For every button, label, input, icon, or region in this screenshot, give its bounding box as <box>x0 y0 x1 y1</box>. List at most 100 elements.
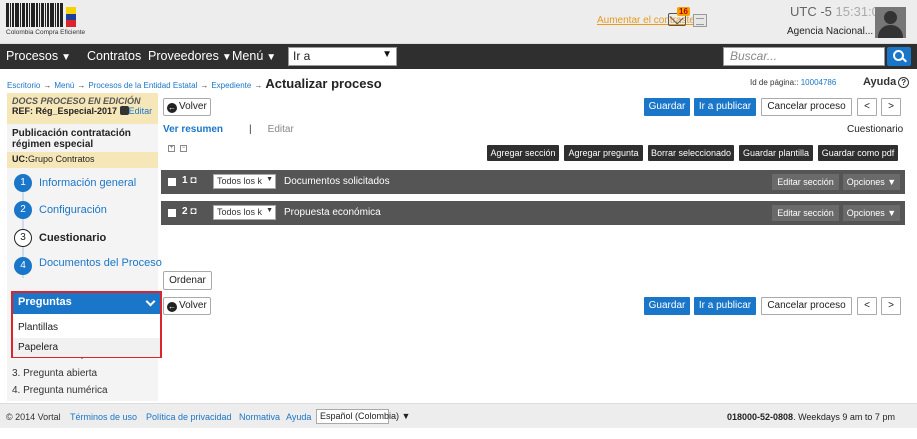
collapse-all-icon[interactable]: − <box>180 145 187 152</box>
back-button[interactable]: ← Volver <box>163 297 211 315</box>
goto-value: Ir a <box>293 49 311 63</box>
privacy-link[interactable]: Política de privacidad <box>146 412 232 422</box>
copyright: © 2014 Vortal <box>6 412 61 422</box>
agency-name: Agencia Nacional... <box>787 26 874 37</box>
search-icon[interactable] <box>887 47 911 66</box>
uc-label: UC: <box>12 154 28 164</box>
document-icon[interactable] <box>693 14 707 27</box>
questionnaire-label: Cuestionario <box>847 124 904 135</box>
timezone: UTC -5 <box>790 4 832 19</box>
language-select[interactable]: Español (Colombia) ▼ <box>316 409 410 424</box>
question-type-numerica[interactable]: 4. Pregunta numérica <box>12 385 108 396</box>
breadcrumb: Escritorio → Menú → Procesos de la Entidad E… <box>7 76 382 91</box>
step-label: Cuestionario <box>39 232 107 244</box>
prev-button[interactable]: < <box>857 98 877 116</box>
section-options-button[interactable]: Opciones ▼ <box>843 205 900 221</box>
question-type-abierta[interactable]: 3. Pregunta abierta <box>12 368 97 379</box>
header: Colombia Compra Eficiente Aumentar el co… <box>0 0 917 44</box>
step-label: Configuración <box>39 204 107 216</box>
section-checkbox[interactable] <box>168 178 176 186</box>
save-button[interactable]: Guardar <box>644 297 690 315</box>
section-row: 2 ◘ Todos los k ▼ Propuesta económica Edi… <box>161 201 905 225</box>
section-title: Propuesta económica <box>284 207 381 218</box>
option-plantillas[interactable]: Plantillas <box>13 318 160 337</box>
page-id-value: 10004786 <box>800 78 837 87</box>
tab-ver-resumen[interactable]: Ver resumen <box>163 124 223 135</box>
next-button[interactable]: > <box>881 297 901 315</box>
breadcrumb-escritorio[interactable]: Escritorio <box>7 81 40 90</box>
preguntas-dropdown: Preguntas Plantillas Papelera <box>11 291 162 358</box>
section-options-button[interactable]: Opciones ▼ <box>843 174 900 190</box>
nav-procesos-label: Procesos <box>6 49 59 63</box>
terms-link[interactable]: Términos de uso <box>70 412 137 422</box>
step-number: 3 <box>14 229 32 247</box>
sort-button[interactable]: Ordenar <box>163 271 212 290</box>
section-number: 2 ◘ <box>182 206 197 217</box>
save-button[interactable]: Guardar <box>644 98 690 116</box>
clock: UTC -5 15:31:07 <box>790 4 886 19</box>
nav-menu[interactable]: Menú ▼ <box>232 49 276 63</box>
prev-button[interactable]: < <box>857 297 877 315</box>
edit-link[interactable]: Editar <box>129 106 153 116</box>
reference-text: REF: Rég_Especial-2017 <box>12 106 118 116</box>
nav-contratos[interactable]: Contratos <box>87 49 141 63</box>
save-template-button[interactable]: Guardar plantilla <box>739 145 813 161</box>
nav-procesos[interactable]: Procesos ▼ <box>6 49 71 63</box>
expand-collapse-controls: + − <box>168 140 192 152</box>
step-configuracion[interactable]: 2 Configuración <box>7 197 158 224</box>
delete-selected-button[interactable]: Borrar seleccionado <box>648 145 734 161</box>
colombia-compra-logo[interactable]: Colombia Compra Eficiente <box>6 3 94 39</box>
chevron-down-icon: ▼ <box>266 52 277 63</box>
cancel-process-button[interactable]: Cancelar proceso <box>761 98 852 116</box>
publish-button[interactable]: Ir a publicar <box>694 297 756 315</box>
step-number: 4 <box>14 257 32 275</box>
save-pdf-button[interactable]: Guardar como pdf <box>818 145 898 161</box>
nav-proveedores-label: Proveedores <box>148 49 219 63</box>
back-arrow-icon: ← <box>167 302 177 312</box>
agency-selector[interactable]: Agencia Nacional... ▼ <box>787 26 885 37</box>
chevron-down-icon: ▼ <box>221 52 232 63</box>
search-input[interactable]: Buscar... <box>723 47 885 66</box>
section-visibility-select[interactable]: Todos los k ▼ <box>213 205 276 220</box>
back-button[interactable]: ← Volver <box>163 98 211 116</box>
cancel-process-button[interactable]: Cancelar proceso <box>761 297 852 315</box>
breadcrumb-procesos[interactable]: Procesos de la Entidad Estatal <box>88 81 197 90</box>
tab-editar[interactable]: Editar <box>268 124 294 135</box>
add-question-button[interactable]: Agregar pregunta <box>564 145 643 161</box>
help-link[interactable]: Ayuda? <box>863 76 910 88</box>
section-checkbox[interactable] <box>168 209 176 217</box>
edit-section-button[interactable]: Editar sección <box>772 205 839 221</box>
next-button[interactable]: > <box>881 98 901 116</box>
logo-caption: Colombia Compra Eficiente <box>6 29 86 36</box>
section-visibility-select[interactable]: Todos los k ▼ <box>213 174 276 189</box>
page-id-label: Id de página:: <box>750 78 799 87</box>
tab-separator: | <box>249 124 252 135</box>
select-value: Todos los k <box>217 207 263 217</box>
breadcrumb-arrow: → <box>200 81 209 90</box>
nav-menu-label: Menú <box>232 49 264 63</box>
edit-section-button[interactable]: Editar sección <box>772 174 839 190</box>
chevron-down-icon: ▼ <box>264 207 273 214</box>
option-papelera[interactable]: Papelera <box>13 338 160 357</box>
chevron-down-icon: ▼ <box>382 49 392 60</box>
breadcrumb-menu[interactable]: Menú <box>54 81 74 90</box>
step-documentos[interactable]: 4 Documentos del Proceso <box>7 253 162 285</box>
page-id: Id de página:: 10004786 <box>750 78 836 87</box>
expand-all-icon[interactable]: + <box>168 145 175 152</box>
breadcrumb-expediente[interactable]: Expediente <box>211 81 251 90</box>
help-icon: ? <box>898 77 910 88</box>
support-phone: 018000-52-0808. Weekdays 9 am to 7 pm <box>727 412 895 422</box>
help-footer-link[interactable]: Ayuda <box>286 412 311 422</box>
help-label: Ayuda <box>863 76 897 88</box>
normativa-link[interactable]: Normativa <box>239 412 280 422</box>
publish-button[interactable]: Ir a publicar <box>694 98 756 116</box>
nav-proveedores[interactable]: Proveedores ▼ <box>148 49 232 63</box>
chevron-down-icon: ▼ <box>264 176 273 183</box>
preguntas-header[interactable]: Preguntas <box>13 293 160 314</box>
add-section-button[interactable]: Agregar sección <box>487 145 559 161</box>
page-title: Actualizar proceso <box>265 76 382 91</box>
step-informacion-general[interactable]: 1 Información general <box>7 170 158 197</box>
user-avatar[interactable] <box>875 7 906 38</box>
goto-select[interactable]: Ir a ▼ <box>288 47 397 66</box>
step-cuestionario[interactable]: 3 Cuestionario <box>7 225 158 252</box>
